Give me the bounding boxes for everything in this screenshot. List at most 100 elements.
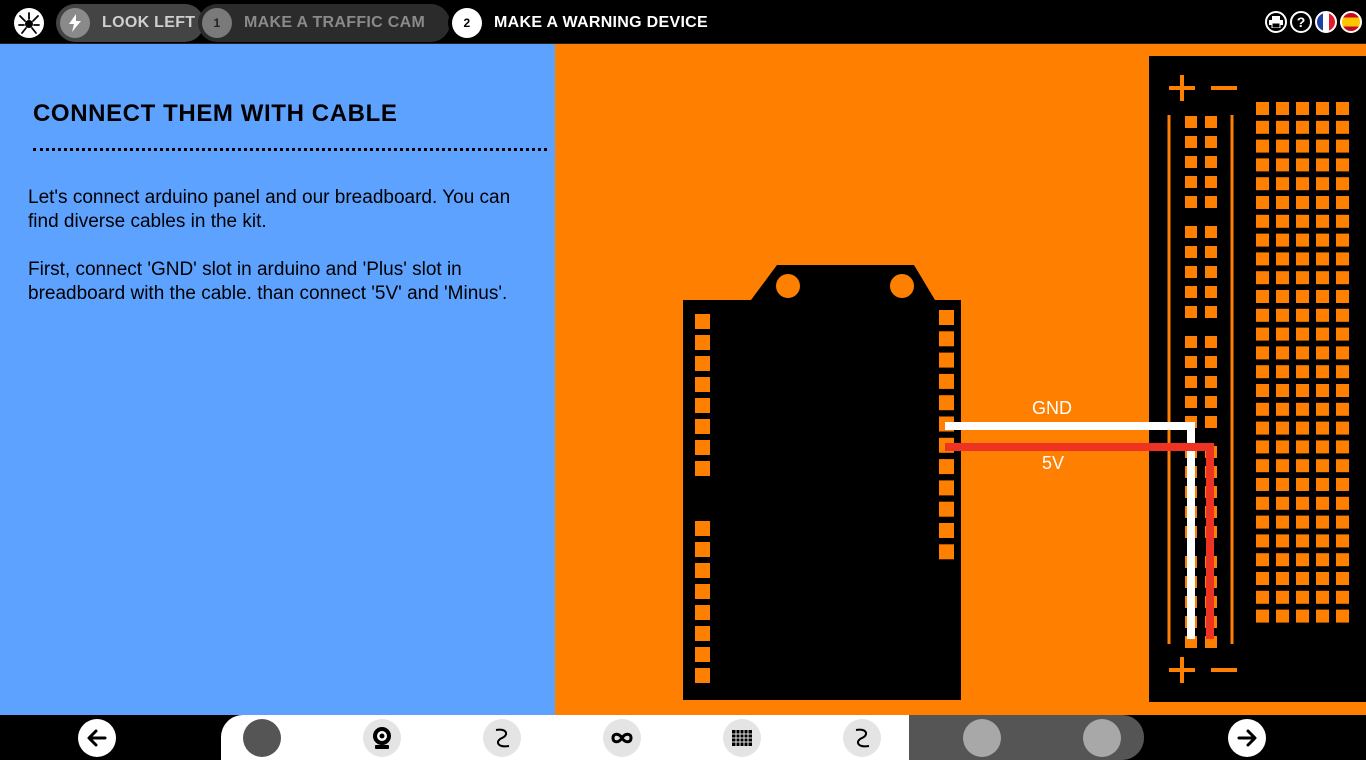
cable-icon[interactable]: [843, 719, 881, 757]
rail-hole: [1185, 176, 1197, 188]
breadboard-hole: [1296, 515, 1309, 529]
breadboard-hole: [1336, 196, 1349, 209]
rail-hole: [1205, 286, 1217, 298]
breadboard-hole: [1276, 177, 1289, 191]
breadboard-hole: [1296, 308, 1309, 322]
rail-hole: [1185, 196, 1197, 208]
breadboard-hole: [1276, 102, 1289, 115]
arduino-pin: [695, 605, 710, 620]
wiring-diagram: GND 5V: [555, 44, 1366, 715]
next-button[interactable]: [1228, 719, 1266, 757]
breadboard-hole: [1296, 271, 1309, 285]
mounting-hole: [890, 274, 914, 298]
breadboard-hole: [1256, 120, 1269, 134]
breadboard-hole: [1296, 252, 1309, 266]
breadboard-hole: [1296, 346, 1309, 360]
flag-spain-icon[interactable]: [1340, 11, 1362, 33]
prev-button[interactable]: [78, 719, 116, 757]
breadboard-icon[interactable]: [723, 719, 761, 757]
breadboard-hole: [1276, 214, 1289, 228]
breadboard-hole: [1316, 308, 1329, 322]
arrow-left-icon: [87, 729, 107, 747]
breadboard-hole: [1296, 572, 1309, 585]
locked-dot-icon: [1083, 719, 1121, 757]
rail-hole: [1185, 356, 1197, 368]
flag-france-icon[interactable]: [1315, 11, 1337, 33]
breadboard-hole: [1316, 572, 1329, 585]
arduino-pin: [695, 314, 710, 329]
breadboard-hole: [1336, 459, 1349, 473]
breadboard-hole: [1256, 308, 1269, 322]
breadboard-hole: [1256, 139, 1269, 153]
bug-logo-icon[interactable]: [14, 8, 44, 38]
breadboard-hole: [1296, 440, 1309, 454]
breadboard-hole: [1296, 327, 1309, 341]
lightning-icon: [60, 8, 90, 38]
wire-5v-label: 5V: [1042, 453, 1065, 473]
cable-icon[interactable]: [483, 719, 521, 757]
breadboard-hole: [1276, 534, 1289, 548]
breadboard-hole: [1336, 496, 1349, 510]
webcam-icon[interactable]: [363, 719, 401, 757]
breadboard-hole: [1316, 177, 1329, 191]
arduino-pin: [695, 647, 710, 662]
help-icon[interactable]: ?: [1290, 11, 1312, 33]
breadboard-hole: [1316, 534, 1329, 548]
breadboard-hole: [1276, 158, 1289, 172]
arduino-board: [683, 265, 961, 700]
breadboard-hole: [1256, 553, 1269, 567]
breadboard-hole: [1276, 196, 1289, 209]
breadboard-hole: [1276, 327, 1289, 341]
breadboard-hole: [1336, 139, 1349, 153]
breadboard-hole: [1276, 478, 1289, 491]
instruction-text: Let's connect arduino panel and our brea…: [28, 186, 528, 330]
rail-hole: [1185, 286, 1197, 298]
breadboard-hole: [1276, 252, 1289, 266]
step-number-badge: 1: [202, 8, 232, 38]
tab-label: MAKE A TRAFFIC CAM: [244, 14, 426, 31]
arduino-pin: [695, 356, 710, 371]
rail-hole: [1205, 246, 1217, 258]
selected-dot-icon[interactable]: [243, 719, 281, 757]
breadboard-hole: [1336, 478, 1349, 491]
top-bar: LOOK LEFT 1 MAKE A TRAFFIC CAM 2 MAKE A …: [0, 0, 1366, 44]
breadboard-hole: [1276, 459, 1289, 473]
rail-hole: [1205, 196, 1217, 208]
breadboard-hole: [1336, 515, 1349, 529]
rail-hole: [1185, 156, 1197, 168]
breadboard-hole: [1276, 496, 1289, 510]
tab-make-traffic-cam[interactable]: 1 MAKE A TRAFFIC CAM: [198, 4, 450, 42]
breadboard-hole: [1256, 384, 1269, 397]
tab-look-left[interactable]: LOOK LEFT: [56, 4, 204, 42]
breadboard-hole: [1276, 290, 1289, 303]
arduino-pin: [939, 310, 954, 325]
arduino-pin: [695, 584, 710, 599]
breadboard-hole: [1316, 102, 1329, 115]
breadboard-hole: [1276, 139, 1289, 153]
rail-hole: [1205, 156, 1217, 168]
breadboard-hole: [1256, 271, 1269, 285]
breadboard-hole: [1276, 515, 1289, 529]
tab-label: LOOK LEFT: [102, 14, 196, 31]
rail-hole: [1185, 306, 1197, 318]
arduino-pin: [695, 668, 710, 683]
rail-hole: [1185, 226, 1197, 238]
breadboard-hole: [1316, 402, 1329, 416]
breadboard-hole: [1316, 459, 1329, 473]
instruction-paragraph: Let's connect arduino panel and our brea…: [28, 187, 511, 232]
breadboard-hole: [1256, 327, 1269, 341]
rail-hole: [1205, 116, 1217, 128]
bottom-toolbar: [0, 715, 1366, 760]
print-icon[interactable]: [1265, 11, 1287, 33]
mounting-hole: [776, 274, 800, 298]
breadboard-hole: [1276, 120, 1289, 134]
breadboard-hole: [1336, 402, 1349, 416]
rail-hole: [1185, 266, 1197, 278]
breadboard-hole: [1336, 308, 1349, 322]
arduino-pin: [695, 521, 710, 536]
rail-hole: [1205, 176, 1217, 188]
breadboard-hole: [1276, 346, 1289, 360]
breadboard-hole: [1276, 384, 1289, 397]
arduino-infinity-icon[interactable]: [603, 719, 641, 757]
tab-make-warning-device[interactable]: 2 MAKE A WARNING DEVICE: [448, 4, 723, 42]
